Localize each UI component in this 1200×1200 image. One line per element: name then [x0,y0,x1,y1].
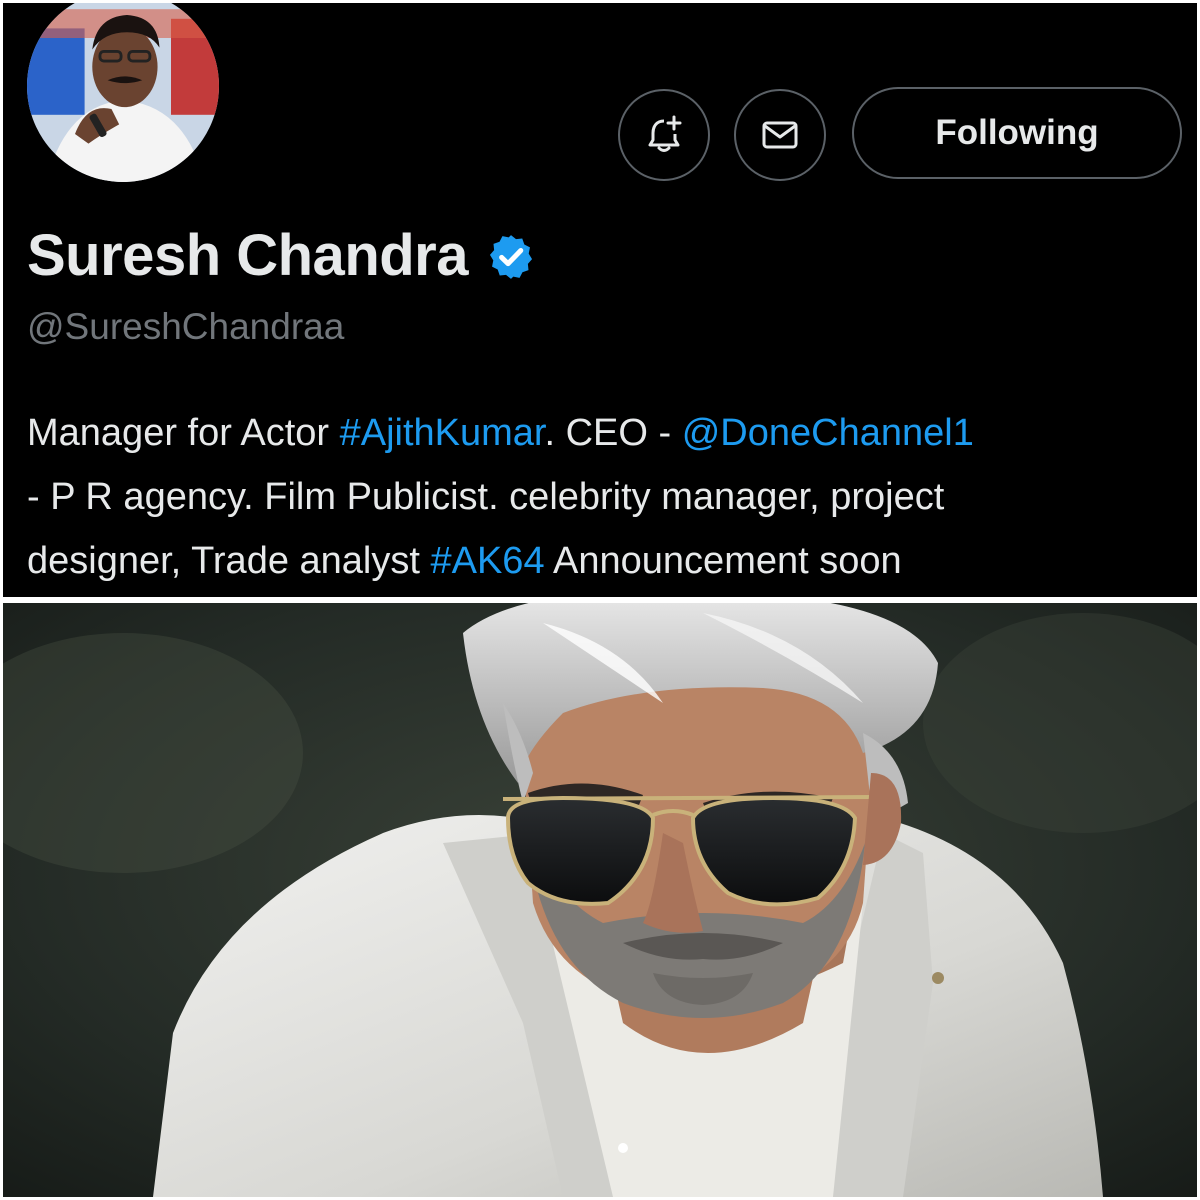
following-button[interactable]: Following [852,87,1182,179]
name-row: Suresh Chandra [27,217,536,293]
notify-button[interactable] [618,89,710,181]
bio-text: Announcement soon [544,540,902,582]
avatar-photo [27,3,219,182]
promo-photo [3,603,1197,1197]
profile-avatar[interactable] [24,3,222,185]
bio-text: Manager for Actor [27,412,340,454]
mention-link[interactable]: @DoneChannel1 [682,412,974,454]
hashtag-link[interactable]: #AK64 [430,540,544,582]
display-name: Suresh Chandra [27,222,469,288]
bio-line-2: - P R agency. Film Publicist. celebrity … [27,476,945,518]
bio-line-3: designer, Trade analyst #AK64 Announceme… [27,529,1187,593]
following-label: Following [935,113,1099,152]
profile-bio: Manager for Actor #AjithKumar. CEO - @Do… [27,401,1187,593]
bio-text: designer, Trade analyst [27,540,431,582]
bio-text: . CEO - [544,412,682,454]
envelope-icon [762,121,798,149]
message-button[interactable] [734,89,826,181]
hashtag-link[interactable]: #AjithKumar [340,412,545,454]
profile-header: Following Suresh Chandra @SureshChandraa… [3,3,1197,597]
man-in-white-suit-image [3,603,1197,1197]
username-handle: @SureshChandraa [27,306,345,347]
verified-badge-icon[interactable] [486,232,536,282]
bell-plus-icon [648,115,682,152]
collage: Following Suresh Chandra @SureshChandraa… [0,0,1200,1200]
bio-line-1: Manager for Actor #AjithKumar. CEO - @Do… [27,401,1187,465]
